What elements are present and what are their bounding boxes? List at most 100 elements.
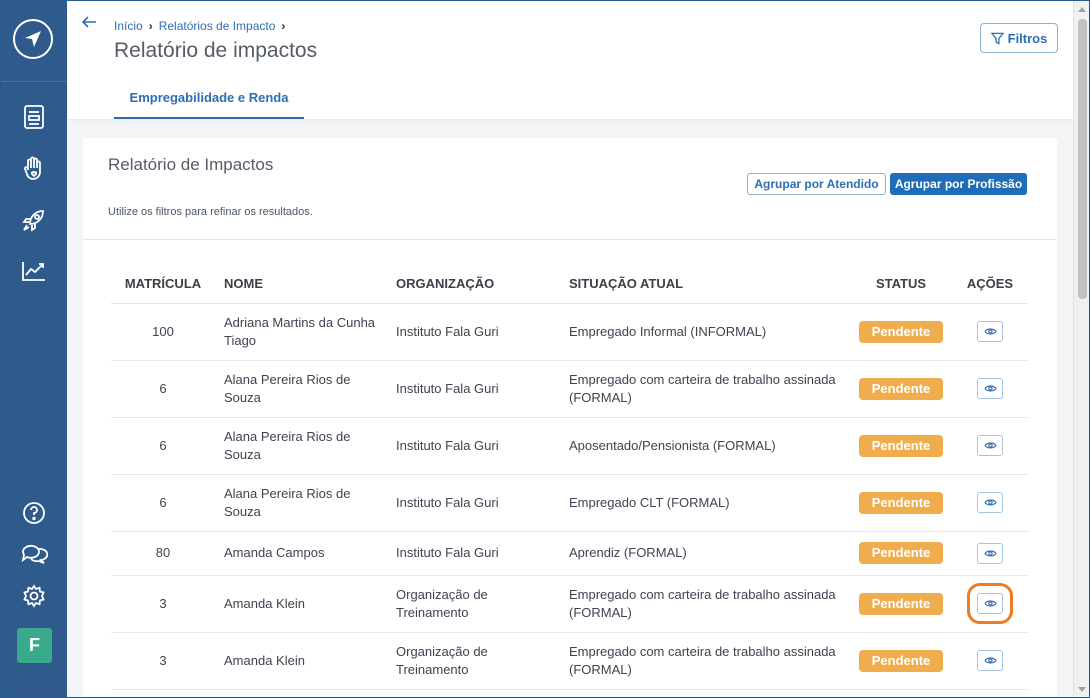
eye-icon xyxy=(983,600,997,607)
sidebar-divider xyxy=(1,81,67,82)
table-row: 6 Alana Pereira Rios de Souza Instituto … xyxy=(111,360,1028,418)
eye-icon xyxy=(983,328,997,335)
cell-situacao: Empregado CLT (FORMAL) xyxy=(560,474,850,532)
cell-nome: Alana Pereira Rios de Souza xyxy=(215,417,387,475)
chat-icon[interactable] xyxy=(19,539,49,569)
cell-situacao: Empregado Informal (INFORMAL) xyxy=(560,303,850,361)
cell-matricula: 80 xyxy=(111,531,215,576)
cell-organizacao: Instituto Fala Guri xyxy=(387,474,560,532)
filter-icon xyxy=(990,32,1004,45)
cell-nome: Alana Pereira Rios de Souza xyxy=(215,360,387,418)
app-window: F Início › Relatórios de Impacto › Relatóri… xyxy=(0,0,1090,698)
eye-icon xyxy=(983,550,997,556)
status-badge: Pendente xyxy=(859,320,943,343)
cell-nome: Amanda Klein xyxy=(215,632,387,690)
status-badge: Pendente xyxy=(859,649,943,672)
cell-organizacao: Instituto Fala Guri xyxy=(387,531,560,576)
view-button[interactable] xyxy=(977,650,1003,671)
view-button[interactable] xyxy=(977,378,1003,399)
eye-icon xyxy=(983,442,997,449)
cell-matricula: 3 xyxy=(111,575,215,633)
scroll-down-arrow-icon[interactable] xyxy=(1078,687,1086,692)
breadcrumb-item-reports[interactable]: Relatórios de Impacto xyxy=(159,19,276,33)
filters-button[interactable]: Filtros xyxy=(980,23,1058,53)
cell-matricula: 3 xyxy=(111,632,215,690)
cell-situacao: Aprendiz (FORMAL) xyxy=(560,531,850,576)
cell-organizacao: Instituto Fala Guri xyxy=(387,360,560,418)
col-header-status[interactable]: STATUS xyxy=(850,265,952,304)
impact-table: MATRÍCULA NOME ORGANIZAÇÃO SITUAÇÃO ATUA… xyxy=(111,265,1028,690)
cell-matricula: 6 xyxy=(111,360,215,418)
cell-matricula: 6 xyxy=(111,474,215,532)
col-header-situacao[interactable]: SITUAÇÃO ATUAL xyxy=(560,265,850,304)
cell-situacao: Aposentado/Pensionista (FORMAL) xyxy=(560,417,850,475)
col-header-acoes: AÇÕES xyxy=(952,265,1028,304)
cell-organizacao: Instituto Fala Guri xyxy=(387,417,560,475)
page-title: Relatório de impactos xyxy=(114,39,318,62)
table-row: 3 Amanda Klein Organização de Treinament… xyxy=(111,632,1028,690)
chart-line-icon[interactable] xyxy=(19,256,49,286)
col-header-matricula[interactable]: MATRÍCULA xyxy=(111,265,215,304)
status-badge: Pendente xyxy=(859,592,943,615)
cell-situacao: Empregado com carteira de trabalho assin… xyxy=(560,632,850,690)
report-card: Relatório de Impactos Agrupar por Atendi… xyxy=(83,138,1057,697)
cell-matricula: 6 xyxy=(111,417,215,475)
cell-status: Pendente xyxy=(850,303,952,361)
group-by-profession-button[interactable]: Agrupar por Profissão xyxy=(890,173,1027,195)
cell-nome: Amanda Klein xyxy=(215,575,387,633)
cell-acoes xyxy=(952,474,1028,532)
eye-icon xyxy=(983,657,997,664)
vertical-scrollbar[interactable] xyxy=(1073,1,1089,697)
view-button[interactable] xyxy=(977,435,1003,456)
cell-organizacao: Organização de Treinamento xyxy=(387,632,560,690)
cell-status: Pendente xyxy=(850,474,952,532)
cell-status: Pendente xyxy=(850,360,952,418)
cell-situacao: Empregado com carteira de trabalho assin… xyxy=(560,360,850,418)
cell-status: Pendente xyxy=(850,575,952,633)
card-subtitle: Utilize os filtros para refinar os resul… xyxy=(108,206,313,218)
group-by-attended-button[interactable]: Agrupar por Atendido xyxy=(747,173,886,195)
status-badge: Pendente xyxy=(859,542,943,564)
eye-icon xyxy=(983,385,997,392)
col-header-organizacao[interactable]: ORGANIZAÇÃO xyxy=(387,265,560,304)
cell-acoes xyxy=(952,417,1028,475)
cell-situacao: Empregado com carteira de trabalho assin… xyxy=(560,575,850,633)
tab-employability[interactable]: Empregabilidade e Renda xyxy=(114,81,304,119)
cell-nome: Alana Pereira Rios de Souza xyxy=(215,474,387,532)
avatar-letter: F xyxy=(29,635,40,655)
scrollbar-thumb[interactable] xyxy=(1078,19,1087,299)
breadcrumb-item-home[interactable]: Início xyxy=(114,19,143,33)
table-row: 100 Adriana Martins da Cunha Tiago Insti… xyxy=(111,303,1028,361)
rocket-icon[interactable] xyxy=(19,205,49,235)
breadcrumb-separator: › xyxy=(281,19,286,33)
cell-organizacao: Organização de Treinamento xyxy=(387,575,560,633)
eye-icon xyxy=(983,499,997,506)
cell-nome: Amanda Campos xyxy=(215,531,387,576)
document-icon[interactable] xyxy=(19,102,49,132)
avatar[interactable]: F xyxy=(17,628,52,663)
cell-acoes xyxy=(952,632,1028,690)
cell-status: Pendente xyxy=(850,417,952,475)
back-arrow-icon[interactable] xyxy=(81,15,97,34)
hand-heart-icon[interactable] xyxy=(19,154,49,184)
card-title: Relatório de Impactos xyxy=(108,155,274,174)
cell-matricula: 100 xyxy=(111,303,215,361)
breadcrumb-separator: › xyxy=(148,19,153,33)
scroll-up-arrow-icon[interactable] xyxy=(1078,7,1086,12)
cell-acoes xyxy=(952,303,1028,361)
compass-logo[interactable] xyxy=(13,19,53,59)
cell-acoes xyxy=(952,575,1028,633)
view-button[interactable] xyxy=(977,542,1003,564)
filters-label: Filtros xyxy=(1007,30,1048,46)
col-header-nome[interactable]: NOME xyxy=(215,265,387,304)
help-icon[interactable] xyxy=(19,498,49,528)
card-divider xyxy=(83,239,1057,240)
view-button-highlighted[interactable] xyxy=(967,583,1013,624)
view-button[interactable] xyxy=(977,492,1003,513)
table-row: 80 Amanda Campos Instituto Fala Guri Apr… xyxy=(111,531,1028,576)
status-badge: Pendente xyxy=(859,491,943,514)
breadcrumb: Início › Relatórios de Impacto › xyxy=(114,19,291,33)
page-header: Início › Relatórios de Impacto › Relatório … xyxy=(67,1,1073,119)
view-button[interactable] xyxy=(977,321,1003,342)
gear-icon[interactable] xyxy=(19,581,49,611)
